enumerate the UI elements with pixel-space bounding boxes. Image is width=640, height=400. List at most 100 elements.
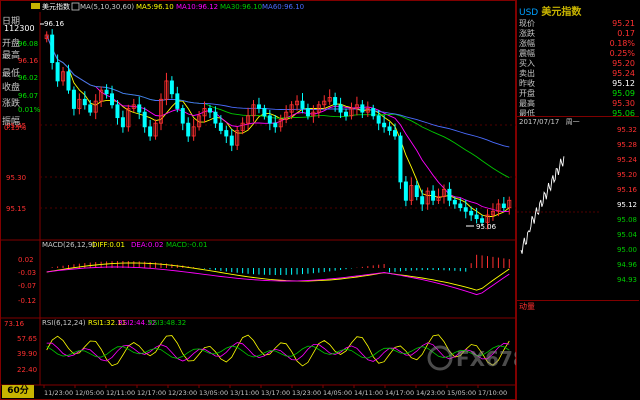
macd-dea: DEA:0.02 xyxy=(131,241,163,249)
mini-axis-label: 95.08 xyxy=(616,216,637,224)
candle-body[interactable] xyxy=(420,196,425,205)
candle-body[interactable] xyxy=(382,122,387,128)
overlay-high-value: 96.16 xyxy=(18,57,39,65)
quote-title: USD 美元指数 xyxy=(519,3,581,18)
candle-body[interactable] xyxy=(267,115,272,124)
macd-axis-label: -0.12 xyxy=(18,297,36,305)
candle-body[interactable] xyxy=(55,62,60,82)
candle-body[interactable] xyxy=(501,203,506,209)
macd-diff: DIFF:0.01 xyxy=(92,241,125,249)
rsi-indicator xyxy=(46,334,510,367)
momentum-label: 动量 xyxy=(519,302,535,311)
candle-body[interactable] xyxy=(71,89,76,109)
macd-value: MACD:-0.01 xyxy=(166,241,207,249)
candle-body[interactable] xyxy=(305,108,310,117)
candle-body[interactable] xyxy=(398,135,403,183)
candle-body[interactable] xyxy=(414,185,419,198)
mini-axis-label: 95.00 xyxy=(616,246,637,254)
ma-toggle-icon[interactable] xyxy=(71,2,80,11)
candle-body[interactable] xyxy=(338,104,343,113)
overlay-close-value: 96.07 xyxy=(18,92,39,100)
ma30-legend: MA30:96.10 xyxy=(220,3,262,11)
candle-body[interactable] xyxy=(175,93,180,109)
main-chart-panel[interactable]: 美元指数 MA(5,10,30,60) MA5:96.10 MA10:96.12… xyxy=(0,0,516,400)
time-label: 14/11:00 xyxy=(354,389,383,397)
time-label: 15/05:00 xyxy=(447,389,476,397)
candle-body[interactable] xyxy=(82,98,87,106)
candle-body[interactable] xyxy=(224,130,229,137)
candle-body[interactable] xyxy=(66,71,71,91)
time-label: 13/23:00 xyxy=(292,389,321,397)
candle-body[interactable] xyxy=(387,126,392,131)
ma60-line xyxy=(46,34,510,148)
candle-body[interactable] xyxy=(142,111,147,128)
candle-body[interactable] xyxy=(88,104,93,113)
candle-body[interactable] xyxy=(480,218,485,223)
time-label: 12/23:00 xyxy=(168,389,197,397)
candle-body[interactable] xyxy=(273,122,278,128)
price-axis-label: 95.15 xyxy=(6,205,26,213)
overlay-open-value: 96.08 xyxy=(18,40,39,48)
mini-chart-day: 周一 xyxy=(565,118,580,126)
rsi-title: RSI(6,12,24) xyxy=(42,319,86,327)
candle-body[interactable] xyxy=(115,104,120,119)
mini-axis-label: 95.20 xyxy=(616,171,637,179)
symbol-label: 美元指数 xyxy=(42,2,70,11)
candle-body[interactable] xyxy=(104,89,109,95)
time-label: 11/23:00 xyxy=(44,389,73,397)
mini-axis-label: 95.24 xyxy=(616,156,637,164)
rsi-axis-label: 57.65 xyxy=(17,335,37,343)
mini-divider xyxy=(517,300,639,301)
candle-body[interactable] xyxy=(392,130,397,137)
candle-body[interactable] xyxy=(229,135,234,146)
mini-axis-label: 94.96 xyxy=(616,261,637,269)
candle-body[interactable] xyxy=(458,203,463,209)
candle-body[interactable] xyxy=(148,126,153,137)
mini-chart-lines xyxy=(517,156,601,254)
ma-label: MA(5,10,30,60) xyxy=(80,3,134,11)
candle-body[interactable] xyxy=(218,122,223,131)
candle-body[interactable] xyxy=(431,190,436,201)
main-chart-svg[interactable]: 美元指数 MA(5,10,30,60) MA5:96.10 MA10:96.12… xyxy=(0,0,516,400)
candle-body[interactable] xyxy=(360,104,365,113)
candle-body[interactable] xyxy=(463,207,468,212)
mini-axis-label: 95.12 xyxy=(616,201,637,209)
candle-body[interactable] xyxy=(120,117,125,128)
candle-body[interactable] xyxy=(333,97,338,106)
time-label: 17/10:00 xyxy=(478,389,507,397)
time-label: 13/05:00 xyxy=(199,389,228,397)
candle-body[interactable] xyxy=(137,104,142,113)
quote-value: 95.06 xyxy=(612,109,635,118)
candle-body[interactable] xyxy=(371,108,376,117)
time-label: 13/17:00 xyxy=(261,389,290,397)
candle-body[interactable] xyxy=(447,188,452,201)
candle-body[interactable] xyxy=(300,100,305,109)
candle-body[interactable] xyxy=(50,34,55,63)
quote-symbol-code: USD xyxy=(519,8,539,18)
candle-body[interactable] xyxy=(469,210,474,216)
macd-axis-label: -0.03 xyxy=(18,269,36,277)
candlesticks[interactable] xyxy=(44,29,512,230)
candle-body[interactable] xyxy=(344,111,349,117)
candle-body[interactable] xyxy=(213,111,218,124)
candle-body[interactable] xyxy=(403,181,408,201)
low-annotation: 95.06 xyxy=(476,223,497,231)
mini-price-line xyxy=(520,156,565,254)
candle-body[interactable] xyxy=(169,80,174,95)
candle-body[interactable] xyxy=(256,104,261,109)
candle-body[interactable] xyxy=(474,214,479,220)
candle-body[interactable] xyxy=(110,93,115,106)
price-axis-label: 95.30 xyxy=(6,174,26,182)
rsi3-value: RSI3:48.32 xyxy=(148,319,186,327)
macd-axis-label: -0.07 xyxy=(18,282,36,290)
period-button[interactable]: 60分 xyxy=(2,385,34,398)
candle-body[interactable] xyxy=(180,108,185,124)
candle-body[interactable] xyxy=(452,199,457,205)
mini-axis-label: 95.28 xyxy=(616,141,637,149)
candle-body[interactable] xyxy=(207,108,212,113)
candle-body[interactable] xyxy=(262,108,267,117)
ma10-line xyxy=(46,34,510,213)
candle-body[interactable] xyxy=(376,115,381,124)
rsi-axis-label: 73.16 xyxy=(4,320,25,328)
candle-body[interactable] xyxy=(186,122,191,137)
